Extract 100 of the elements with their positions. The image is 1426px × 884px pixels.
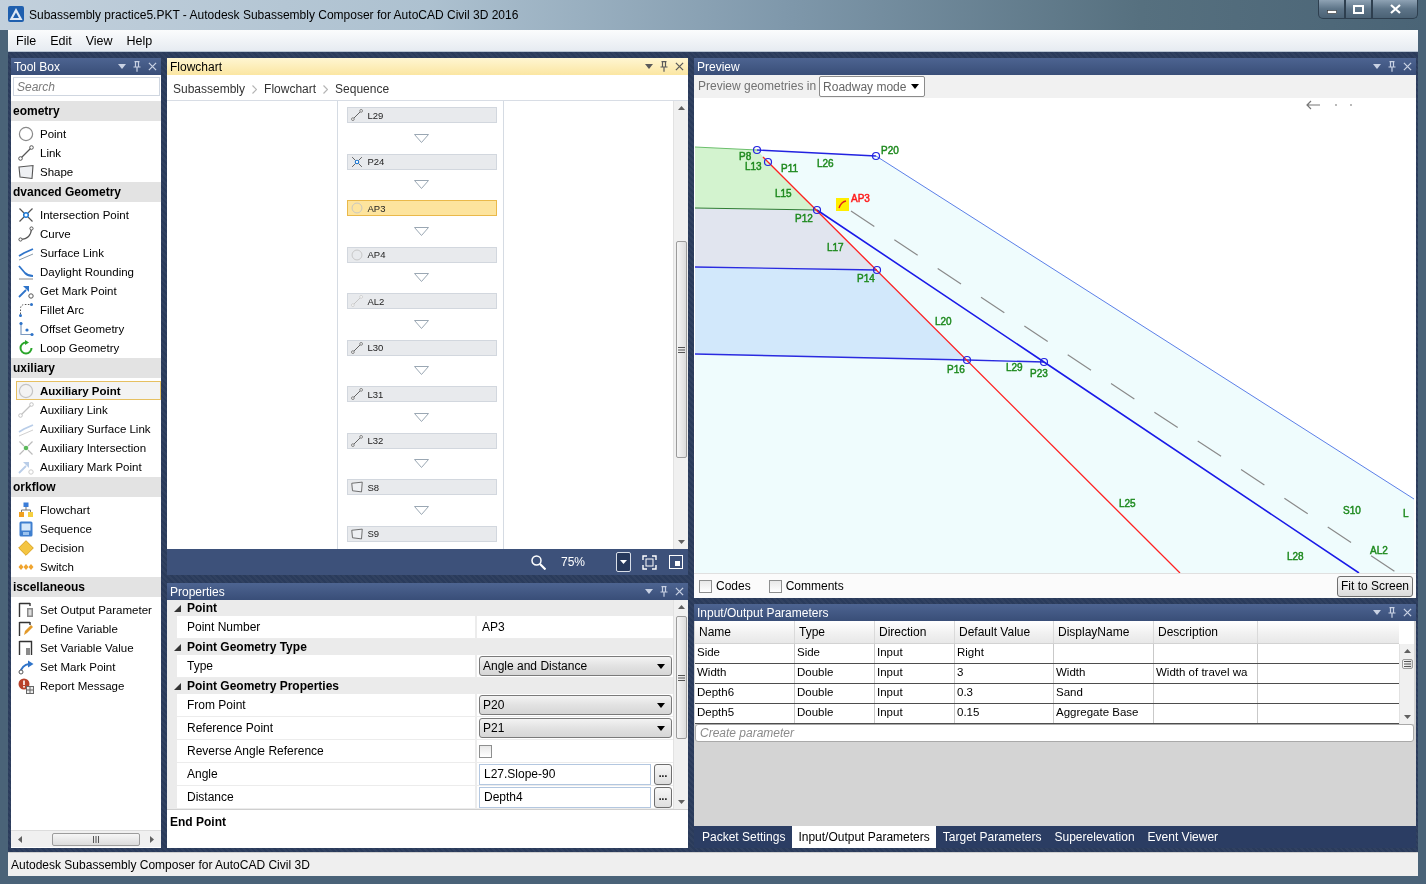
up-arrow-icon[interactable] <box>677 605 685 609</box>
toolbox-item[interactable]: Shape <box>16 162 161 181</box>
vertical-scrollbar[interactable] <box>673 600 688 809</box>
panel-tab[interactable]: Target Parameters <box>936 826 1048 848</box>
search-field[interactable]: Search <box>13 77 160 96</box>
maximize-button[interactable] <box>1345 0 1372 19</box>
scrollbar-thumb[interactable] <box>1401 659 1413 669</box>
column-header[interactable]: Type <box>795 621 875 643</box>
toolbox-item[interactable]: Daylight Rounding <box>16 262 161 281</box>
close-icon[interactable] <box>675 62 684 71</box>
toolbox-item[interactable]: Auxiliary Intersection <box>16 438 161 457</box>
category-header[interactable]: dvanced Geometry <box>11 182 161 202</box>
scrollbar-thumb[interactable] <box>52 832 140 846</box>
down-arrow-icon[interactable] <box>1403 715 1411 719</box>
toolbox-item[interactable]: Loop Geometry <box>16 338 161 357</box>
flowchart-node[interactable]: AP3 <box>346 200 497 216</box>
toolbox-item[interactable]: Link <box>16 143 161 162</box>
up-arrow-icon[interactable] <box>677 106 685 110</box>
toolbox-item[interactable]: Set Variable Value <box>16 638 161 657</box>
close-button[interactable] <box>1372 0 1418 19</box>
toolbox-item[interactable]: Auxiliary Surface Link <box>16 419 161 438</box>
category-header[interactable]: uxiliary <box>11 358 161 378</box>
panel-tab[interactable]: Input/Output Parameters <box>792 826 936 848</box>
toolbox-item[interactable]: Set Output Parameter <box>16 600 161 619</box>
scrollbar-thumb[interactable] <box>675 616 687 739</box>
up-arrow-icon[interactable] <box>1403 649 1411 653</box>
dropdown-caret-icon[interactable] <box>1373 610 1381 615</box>
flowchart-node[interactable]: P24 <box>346 153 497 170</box>
flowchart-node[interactable]: L32 <box>346 432 497 449</box>
toolbox-item[interactable]: Report Message <box>16 676 161 695</box>
toolbox-item[interactable]: Offset Geometry <box>16 319 161 338</box>
toolbox-item[interactable]: Decision <box>16 538 161 557</box>
dropdown-caret-icon[interactable] <box>1373 64 1381 69</box>
fit-frame-icon[interactable] <box>642 554 657 570</box>
right-arrow-icon[interactable] <box>150 835 154 843</box>
create-parameter-field[interactable]: Create parameter <box>695 724 1414 742</box>
dropdown-caret-icon[interactable] <box>645 589 653 594</box>
dropdown-field[interactable]: P20 <box>479 695 672 715</box>
toolbox-item[interactable]: Switch <box>16 557 161 576</box>
panel-tab[interactable]: Packet Settings <box>696 826 792 848</box>
expander-icon[interactable] <box>174 643 181 651</box>
vertical-scrollbar[interactable] <box>673 101 688 549</box>
toolbox-item[interactable]: Auxiliary Link <box>16 400 161 419</box>
toolbox-item[interactable]: Define Variable <box>16 619 161 638</box>
flowchart-node[interactable]: AP4 <box>346 246 497 263</box>
column-header[interactable]: Name <box>695 621 795 643</box>
column-header[interactable]: Default Value <box>955 621 1054 643</box>
category-header[interactable]: orkflow <box>11 477 161 497</box>
square-frame-icon[interactable] <box>669 555 683 569</box>
horizontal-scrollbar[interactable] <box>11 830 161 847</box>
flowchart-node[interactable]: L31 <box>346 386 497 402</box>
category-header[interactable]: eometry <box>11 101 161 121</box>
dropdown-field[interactable]: Angle and Distance <box>479 656 672 676</box>
checkbox[interactable] <box>699 579 712 593</box>
breadcrumb-item[interactable]: Sequence <box>335 82 390 96</box>
flowchart-node[interactable]: S9 <box>346 525 497 542</box>
search-icon[interactable] <box>531 554 546 570</box>
toolbox-item[interactable]: Point <box>16 124 161 143</box>
flowchart-node[interactable]: L29 <box>346 107 497 123</box>
toolbox-item[interactable]: Get Mark Point <box>16 281 161 300</box>
toolbox-item[interactable]: Curve <box>16 224 161 243</box>
column-header[interactable]: Direction <box>875 621 955 643</box>
column-header[interactable]: DisplayName <box>1054 621 1154 643</box>
toolbox-item[interactable]: Intersection Point <box>16 205 161 224</box>
expression-field[interactable]: L27.Slope-90 <box>479 763 651 785</box>
checkbox[interactable] <box>768 579 782 593</box>
browse-button[interactable]: ... <box>654 763 672 785</box>
breadcrumb-item[interactable]: Subassembly <box>173 82 246 96</box>
expander-icon[interactable] <box>174 682 181 690</box>
dropdown-field[interactable]: P21 <box>479 718 672 738</box>
menu-item[interactable]: Edit <box>43 30 79 51</box>
expression-field[interactable]: Depth4 <box>479 786 651 808</box>
category-header[interactable]: iscellaneous <box>11 577 161 597</box>
toolbox-item[interactable]: Surface Link <box>16 243 161 262</box>
browse-button[interactable]: ... <box>654 786 672 808</box>
dropdown-caret-icon[interactable] <box>645 64 653 69</box>
zoom-dropdown-button[interactable] <box>616 552 631 572</box>
vertical-scrollbar[interactable] <box>1399 644 1414 724</box>
checkbox[interactable] <box>479 744 492 758</box>
panel-tab[interactable]: Superelevation <box>1048 826 1141 848</box>
flowchart-node[interactable]: S8 <box>346 479 497 495</box>
dropdown-caret-icon[interactable] <box>118 64 126 69</box>
expander-icon[interactable] <box>174 604 181 612</box>
flowchart-node[interactable]: L30 <box>346 339 497 356</box>
flowchart-node[interactable]: AL2 <box>346 293 497 309</box>
menu-item[interactable]: File <box>9 30 44 51</box>
fit-to-screen-button[interactable]: Fit to Screen <box>1336 575 1413 597</box>
column-header[interactable]: Description <box>1154 621 1258 643</box>
breadcrumb-item[interactable]: Flowchart <box>264 82 317 96</box>
panel-tab[interactable]: Event Viewer <box>1141 826 1225 848</box>
toolbox-item[interactable]: Flowchart <box>16 500 161 519</box>
mode-dropdown[interactable]: Roadway mode <box>819 76 926 97</box>
toolbox-item[interactable]: Auxiliary Mark Point <box>16 457 161 476</box>
toolbox-item[interactable]: Sequence <box>16 519 161 538</box>
menu-item[interactable]: Help <box>119 30 160 51</box>
menu-item[interactable]: View <box>78 30 120 51</box>
minimize-button[interactable] <box>1318 0 1345 19</box>
left-arrow-icon[interactable] <box>18 835 22 843</box>
toolbox-item[interactable]: Fillet Arc <box>16 300 161 319</box>
toolbox-item[interactable]: Set Mark Point <box>16 657 161 676</box>
